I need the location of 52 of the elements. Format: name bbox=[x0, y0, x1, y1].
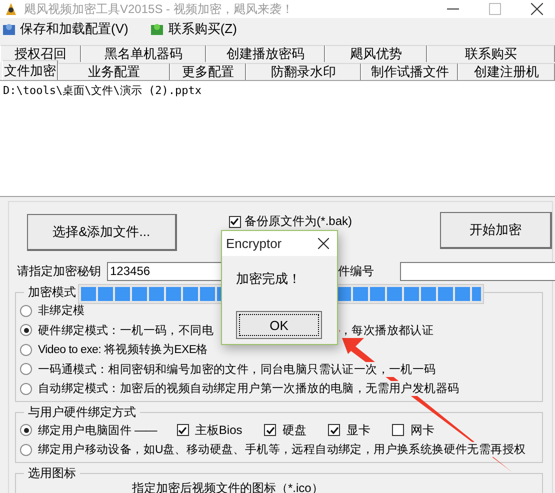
ok-button[interactable]: OK bbox=[236, 311, 322, 339]
option-label: 自动绑定模式：加密后的视频自动绑定用户第一次播放的电脑，无需用户发机器码 bbox=[38, 381, 460, 396]
group-title: 加密模式 bbox=[27, 284, 77, 301]
add-file-button[interactable]: 选择&添加文件... bbox=[27, 214, 177, 251]
tab[interactable]: 飓风优势 bbox=[325, 45, 427, 62]
tab[interactable]: 业务配置 bbox=[58, 63, 170, 80]
save-icon bbox=[2, 22, 16, 36]
radio-button[interactable] bbox=[20, 344, 32, 356]
tab[interactable]: 更多配置 bbox=[170, 63, 246, 80]
checkbox[interactable] bbox=[392, 424, 404, 436]
option-label: 绑定用户电脑固件 —— bbox=[38, 422, 157, 438]
checkbox[interactable] bbox=[176, 424, 189, 436]
option-label: Video to exe: 将视频转换为EXE格 bbox=[38, 342, 208, 358]
checkbox-label: 主板Bios bbox=[194, 422, 242, 439]
radio-button[interactable] bbox=[20, 444, 32, 456]
window-title: 飓风视频加密工具V2015S - 视频加密，飓风来袭！ bbox=[24, 0, 294, 18]
checkbox-label: 备份原文件为(*.bak) bbox=[244, 213, 352, 230]
start-button[interactable]: 开始加密 bbox=[440, 212, 552, 249]
tab[interactable]: 制作试播文件 bbox=[361, 63, 458, 80]
tab[interactable]: 联系购买 bbox=[426, 45, 555, 62]
user-icon bbox=[150, 22, 164, 36]
option-label: 硬件绑定模式：一机一码，不同电 bbox=[38, 322, 214, 338]
radio-button[interactable] bbox=[20, 304, 32, 317]
checkbox[interactable] bbox=[228, 216, 241, 228]
checkbox[interactable] bbox=[264, 424, 276, 436]
radio-button[interactable] bbox=[20, 363, 32, 376]
tab[interactable]: 创建播放密码 bbox=[206, 45, 326, 62]
tab[interactable]: 黑名单机器码 bbox=[81, 45, 206, 62]
option-label: 绑定用户移动设备，如U盘、移动硬盘、手机等，远程自动绑定，用户换系统换硬件无需再授权 bbox=[38, 442, 526, 458]
key-label: 请指定加密秘钥 bbox=[17, 262, 101, 280]
checkbox[interactable] bbox=[328, 424, 340, 436]
tab[interactable]: 授权召回 bbox=[0, 45, 82, 62]
radio-button[interactable] bbox=[20, 424, 32, 436]
tab[interactable]: 创建注册机 bbox=[458, 63, 555, 80]
option-label: 一码通模式：相同密钥和编号加密的文件，同台电脑只需认证一次，一机一码 bbox=[38, 362, 436, 377]
group-title: 与用户硬件绑定方式 bbox=[27, 404, 137, 420]
file-item[interactable]: D:\tools\桌面\文件\演示 (2).pptx bbox=[3, 83, 552, 98]
option-label: ，每次播放都认证 bbox=[340, 322, 434, 338]
option-label: 非绑定模 bbox=[38, 303, 85, 318]
menu-item[interactable]: 保存和加载配置(V) bbox=[2, 20, 128, 38]
menu-item[interactable]: 联系购买(Z) bbox=[150, 20, 237, 38]
tab[interactable]: 防翻录水印 bbox=[246, 63, 362, 80]
close-icon[interactable] bbox=[318, 238, 329, 249]
number-label: 件编号 bbox=[338, 262, 374, 280]
number-field[interactable] bbox=[400, 262, 555, 280]
radio-button[interactable] bbox=[20, 382, 32, 395]
dialog-title: Encryptor bbox=[226, 236, 282, 251]
radio-button[interactable] bbox=[20, 324, 32, 336]
close-icon[interactable] bbox=[531, 3, 543, 15]
app-icon bbox=[4, 2, 18, 16]
group-title: 选用图标 bbox=[27, 464, 77, 482]
tab[interactable]: 文件加密 bbox=[2, 60, 58, 80]
